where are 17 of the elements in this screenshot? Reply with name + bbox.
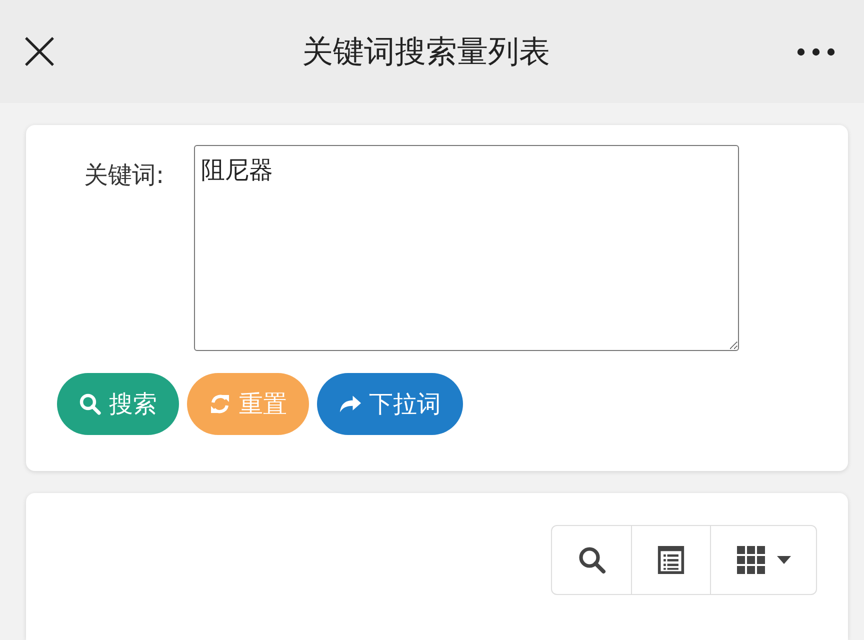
columns-button[interactable] [710,525,817,595]
search-icon [578,546,606,574]
grid-icon [736,546,764,574]
close-icon[interactable] [24,36,55,67]
dropdown-words-button[interactable]: 下拉词 [317,373,463,435]
caret-icon [776,556,790,564]
list-view-button[interactable] [630,525,712,595]
search-toggle-button[interactable] [551,525,632,595]
list-icon [657,546,685,574]
forward-arrow-icon [339,393,361,415]
search-icon [79,393,101,415]
page-title: 关键词搜索量列表 [301,32,551,72]
refresh-icon [209,393,231,415]
keyword-input[interactable]: 阻尼器 [194,145,739,351]
more-icon[interactable] [797,48,835,56]
search-button[interactable]: 搜索 [57,373,179,435]
keyword-label: 关键词: [84,160,166,191]
